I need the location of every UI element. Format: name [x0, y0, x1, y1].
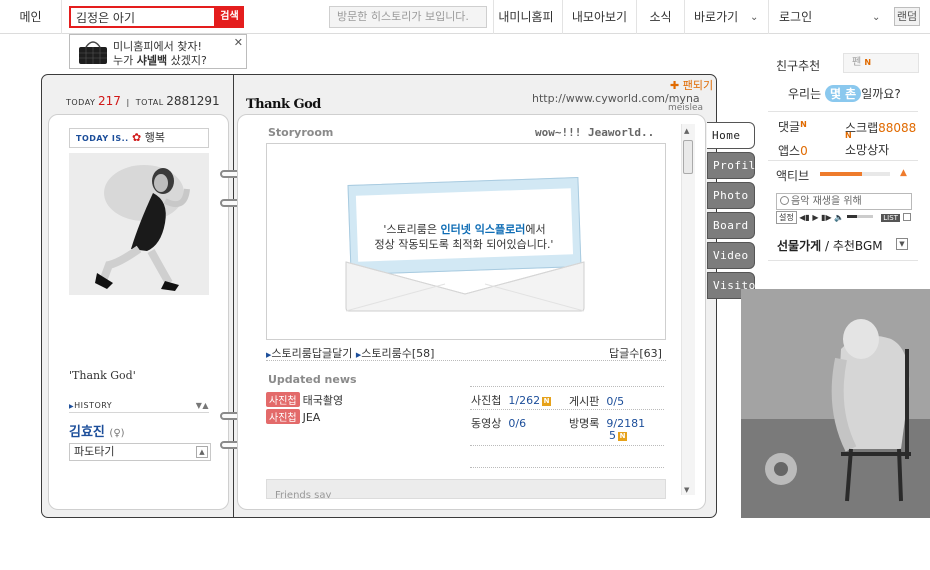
- promo-tooltip[interactable]: 미니홈피에서 찾자! 누가 샤넬백 샀겠지? ✕: [69, 34, 247, 69]
- today-count: 217: [98, 94, 121, 108]
- tab-profile[interactable]: Profile: [707, 152, 762, 179]
- music-icon: [780, 196, 789, 205]
- profile-quote: 'Thank God': [69, 369, 136, 382]
- nav-shortcut-label: 바로가기: [694, 10, 739, 24]
- new-badge-icon: N: [542, 397, 552, 406]
- history-toggle[interactable]: ▶HISTORY ▼▲: [69, 401, 209, 413]
- volume-slider[interactable]: [846, 215, 873, 218]
- new-badge-icon: N: [800, 120, 807, 129]
- chevron-down-icon[interactable]: ▼: [896, 238, 908, 250]
- storyroom-reply-link[interactable]: 스토리룸답글달기: [271, 347, 352, 360]
- search-input[interactable]: [69, 6, 216, 28]
- total-count: 2881291: [166, 94, 220, 108]
- divider: [470, 386, 664, 387]
- storyroom-count-link[interactable]: 스토리룸수[58]: [361, 347, 434, 360]
- window-icon[interactable]: [902, 213, 911, 221]
- relation-check[interactable]: 우리는 몇 촌 일까요?: [788, 85, 901, 102]
- random-button[interactable]: 랜덤: [894, 7, 920, 26]
- divider: [470, 445, 664, 446]
- stat-guestbook[interactable]: 방명록 9/2181: [569, 415, 645, 431]
- activity-bar: [820, 172, 890, 176]
- nav-main-link[interactable]: 메인: [0, 0, 62, 34]
- new-badge-icon: N: [618, 432, 627, 441]
- storyroom-links: ▶스토리룸답글달기 ▶스토리룸수[58]: [266, 345, 434, 361]
- nav-my-collection[interactable]: 내모아보기: [562, 0, 636, 34]
- profile-photo: [69, 153, 209, 295]
- gift-shop-link[interactable]: 선물가게 / 추천BGM: [777, 237, 883, 254]
- visit-history-box[interactable]: 방문한 히스토리가 보입니다.: [329, 6, 487, 28]
- chevron-down-icon: ⌄: [872, 12, 881, 23]
- comments-link[interactable]: 댓글N: [778, 118, 807, 135]
- owner-name[interactable]: 김효진 (♀): [69, 421, 125, 440]
- news-badge: 사진첩: [266, 392, 300, 407]
- scroll-thumb[interactable]: [683, 140, 693, 174]
- friend-recommend-select[interactable]: 펜 N: [843, 53, 919, 73]
- arrow-up-icon: ▲: [900, 168, 907, 178]
- wave-select[interactable]: 파도타기 ▲: [69, 443, 211, 461]
- storyroom-heading: Storyroom: [268, 126, 334, 139]
- divider: [768, 260, 918, 261]
- stat-photo[interactable]: 사진첩 1/262 N: [471, 392, 552, 408]
- music-player-status[interactable]: 음악 재생을 위해: [776, 193, 912, 210]
- next-track-icon[interactable]: ▮▶: [821, 213, 832, 222]
- sidebar-photo: [741, 289, 930, 518]
- divider: [768, 111, 918, 112]
- scroll-up-icon[interactable]: ▲: [684, 127, 689, 135]
- stat-guestbook-cont[interactable]: 5N: [609, 429, 627, 442]
- friends-say-box: Friends say: [266, 479, 666, 499]
- divider: [768, 160, 918, 161]
- tab-home[interactable]: Home: [707, 122, 755, 149]
- nav-news[interactable]: 소식: [636, 0, 684, 34]
- chevron-down-icon: ⌄: [750, 12, 759, 23]
- scrap-link[interactable]: 스크랩88088: [845, 119, 916, 136]
- news-item[interactable]: 사진첩 태국촬영: [266, 392, 343, 408]
- minihome-url-sub: meislea: [668, 103, 704, 113]
- nav-login-label: 로그인: [779, 10, 813, 24]
- storyroom-title: wow~!!! Jeaworld..: [535, 126, 655, 139]
- friend-recommend-label: 친구추천: [776, 59, 821, 73]
- stat-board[interactable]: 게시판 0/5: [569, 393, 624, 409]
- divider: [266, 360, 666, 361]
- minihome-title: Thank God: [246, 97, 321, 112]
- become-fan-link[interactable]: ✚ 팬되기: [670, 77, 713, 93]
- updated-news-heading: Updated news: [268, 373, 357, 386]
- wish-box-link[interactable]: 소망상자: [845, 141, 889, 158]
- top-nav-bar: 메인 검색 방문한 히스토리가 보입니다. 내미니홈피 내모아보기 소식 바로가…: [0, 0, 930, 34]
- expand-collapse-icon[interactable]: ▼▲: [196, 401, 209, 410]
- tab-photo[interactable]: Photo: [707, 182, 755, 209]
- select-arrow-icon[interactable]: ▲: [196, 446, 208, 458]
- notice-line1: '스토리룸은 인터넷 익스플로러에서: [383, 223, 546, 236]
- tab-video[interactable]: Video: [707, 242, 755, 269]
- new-badge-icon: N: [864, 58, 872, 67]
- news-item[interactable]: 사진첩 JEA: [266, 409, 320, 424]
- volume-icon[interactable]: 🔈: [834, 213, 844, 222]
- storyroom-reply-count[interactable]: 답글수[63]: [609, 345, 662, 361]
- news-badge: 사진첩: [266, 409, 300, 424]
- visitor-counter: TODAY 217 | TOTAL 2881291: [66, 94, 220, 108]
- content-scrollbar[interactable]: [681, 124, 695, 495]
- search-button[interactable]: 검색: [215, 6, 244, 28]
- promo-line2: 누가 샤넬백 샀겠지?: [113, 54, 207, 67]
- divider: [470, 409, 664, 410]
- envelope-icon: [345, 261, 585, 312]
- activity-label: 액티브: [776, 169, 810, 183]
- play-icon[interactable]: ▶: [812, 213, 818, 222]
- prev-track-icon[interactable]: ◀▮: [799, 213, 810, 222]
- close-icon[interactable]: ✕: [234, 36, 243, 49]
- notice-line2: 정상 작동되도록 최적화 되어있습니다.': [374, 238, 554, 251]
- apps-link[interactable]: 앱스0: [778, 142, 808, 159]
- flower-icon: ✿: [132, 131, 142, 144]
- music-settings-button[interactable]: 설정: [776, 211, 797, 224]
- scroll-down-icon[interactable]: ▼: [684, 486, 689, 494]
- handbag-icon: [79, 41, 107, 64]
- music-controls: 설정 ◀▮ ▶ ▮▶ 🔈 LIST: [776, 211, 912, 224]
- new-badge-icon: N: [845, 131, 852, 140]
- stat-video[interactable]: 동영상 0/6: [471, 415, 526, 431]
- nav-login[interactable]: 로그인: [768, 0, 888, 34]
- tab-board[interactable]: Board: [707, 212, 755, 239]
- playlist-button[interactable]: LIST: [881, 214, 900, 222]
- nav-my-minihome[interactable]: 내미니홈피: [493, 0, 558, 34]
- divider: [470, 467, 664, 468]
- today-mood: TODAY IS.. ✿ 행복: [69, 128, 209, 148]
